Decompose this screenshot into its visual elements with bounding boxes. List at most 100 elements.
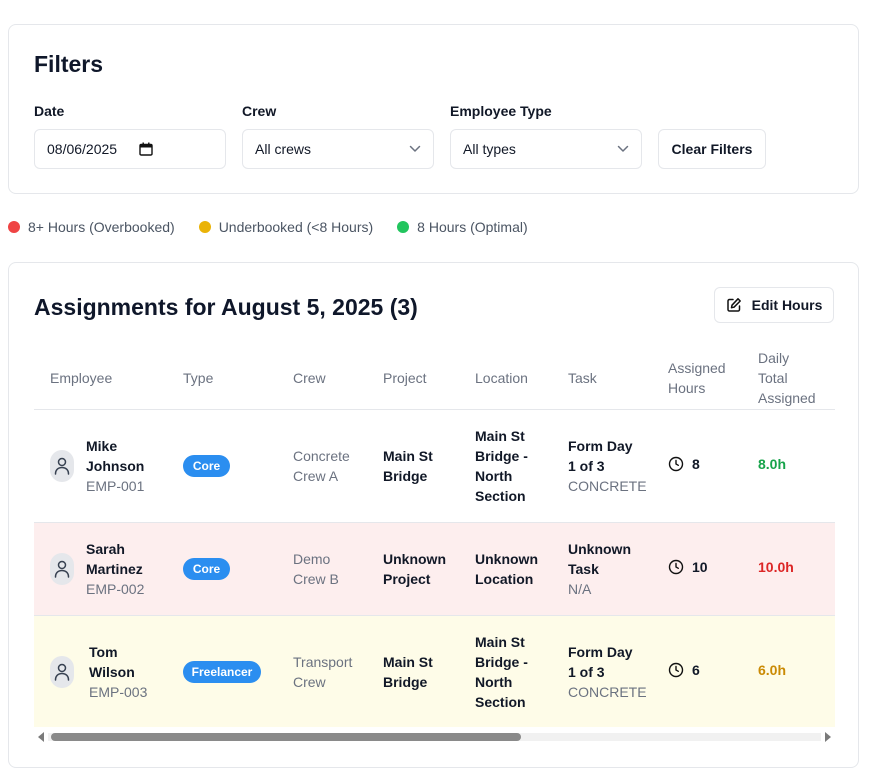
employee-name: Mike Johnson EMP-001 [86,436,144,496]
date-value: 08/06/2025 [47,141,118,157]
col-location: Location [475,370,528,386]
filters-card: Filters Date 08/06/2025 Crew All crews E… [8,24,859,194]
task-cell: Form Day 1 of 3 CONCRETE [568,642,647,702]
edit-icon [726,297,742,313]
location-cell: Main St Bridge - North Section [475,632,528,712]
crew-select-value: All crews [255,141,312,157]
legend-dot-green [397,221,410,233]
legend-label: 8+ Hours (Overbooked) [28,219,175,235]
crew-select[interactable]: All crews [242,129,434,169]
table-row[interactable]: Tom Wilson EMP-003 Freelancer Transport … [34,616,835,727]
col-assigned-hours-line: Assigned [668,360,726,376]
location-line: Bridge - [475,654,528,670]
edit-hours-button[interactable]: Edit Hours [714,287,834,323]
user-icon [50,553,74,585]
crew-line: Demo [293,551,331,567]
employee-name: Tom Wilson EMP-003 [89,642,147,702]
edit-hours-label: Edit Hours [751,297,823,313]
employee-first-name: Sarah [86,541,125,557]
employee-type-label: Employee Type [450,103,552,119]
location-cell: Main St Bridge - North Section [475,426,528,506]
task-line: 1 of 3 [568,458,605,474]
col-task: Task [568,370,597,386]
employee-id: EMP-001 [86,478,145,494]
scroll-right-arrow-icon[interactable] [825,732,831,742]
employee-id: EMP-002 [86,581,145,597]
legend-dot-red [8,221,20,233]
daily-total: 8.0h [758,456,787,472]
col-daily-total-line: Daily [758,350,790,366]
daily-total: 10.0h [758,559,794,575]
legend-label: Underbooked (<8 Hours) [218,219,374,235]
project-cell: Main St Bridge [383,652,433,692]
scrollbar-thumb[interactable] [51,733,521,741]
assignments-card: Assignments for August 5, 2025 (3) Edit … [8,262,859,768]
legend-label: 8 Hours (Optimal) [417,219,528,235]
location-line: Unknown [475,551,538,567]
table-row[interactable]: Mike Johnson EMP-001 Core Concrete Crew … [34,410,835,523]
calendar-icon[interactable] [139,142,153,156]
chevron-down-icon [409,145,421,153]
task-line: Unknown [568,541,631,557]
task-cell: Form Day 1 of 3 CONCRETE [568,436,647,496]
col-daily-total-line: Total [758,370,788,386]
legend-item-optimal: 8 Hours (Optimal) [397,219,528,235]
date-input[interactable]: 08/06/2025 [34,129,226,169]
assignments-table: Employee Type Crew Project Location Task… [34,343,835,727]
legend-item-underbooked: Underbooked (<8 Hours) [198,219,374,235]
crew-label: Crew [242,103,277,119]
location-line: North [475,468,513,484]
project-line: Project [383,571,431,587]
col-daily-total: Daily Total Assigned [758,348,816,408]
scroll-left-arrow-icon[interactable] [38,732,44,742]
clock-icon [668,456,684,472]
col-daily-total-line: Assigned [758,390,816,406]
project-line: Bridge [383,674,428,690]
filters-title: Filters [34,51,104,77]
user-icon [50,450,74,482]
employee-first-name: Tom [89,644,118,660]
daily-total: 6.0h [758,662,787,678]
employee-last-name: Wilson [89,664,135,680]
employee-last-name: Martinez [86,561,143,577]
legend: 8+ Hours (Overbooked) Underbooked (<8 Ho… [8,219,552,235]
horizontal-scrollbar[interactable] [34,728,835,744]
project-line: Main St [383,654,433,670]
location-cell: Unknown Location [475,549,538,589]
clock-icon [668,662,684,678]
col-assigned-hours: Assigned Hours [668,358,726,398]
task-category: CONCRETE [568,684,647,700]
assigned-hours: 8 [668,456,700,472]
col-type: Type [183,370,214,386]
employee-name: Sarah Martinez EMP-002 [86,539,144,599]
date-label: Date [34,103,65,119]
assigned-hours-value: 6 [692,662,700,678]
crew-line: Crew [293,674,326,690]
project-line: Main St [383,448,433,464]
location-line: Bridge - [475,448,528,464]
crew-cell: Transport Crew [293,652,352,692]
clear-filters-button[interactable]: Clear Filters [658,129,766,169]
type-badge: Freelancer [183,661,261,683]
assigned-hours: 10 [668,559,708,575]
table-row[interactable]: Sarah Martinez EMP-002 Core Demo Crew B … [34,523,835,616]
employee-type-select[interactable]: All types [450,129,642,169]
location-line: Location [475,571,534,587]
project-cell: Unknown Project [383,549,446,589]
project-cell: Main St Bridge [383,446,433,486]
project-line: Unknown [383,551,446,567]
task-line: Form Day [568,644,633,660]
type-badge: Core [183,558,230,580]
col-project: Project [383,370,427,386]
legend-dot-yellow [198,221,211,233]
crew-line: Crew A [293,468,339,484]
assigned-hours-value: 8 [692,456,700,472]
crew-line: Concrete [293,448,350,464]
project-line: Bridge [383,468,428,484]
task-cell: Unknown Task N/A [568,539,631,599]
employee-type-value: All types [463,141,516,157]
crew-cell: Demo Crew B [293,549,339,589]
clock-icon [668,559,684,575]
crew-cell: Concrete Crew A [293,446,350,486]
col-employee: Employee [50,370,113,386]
